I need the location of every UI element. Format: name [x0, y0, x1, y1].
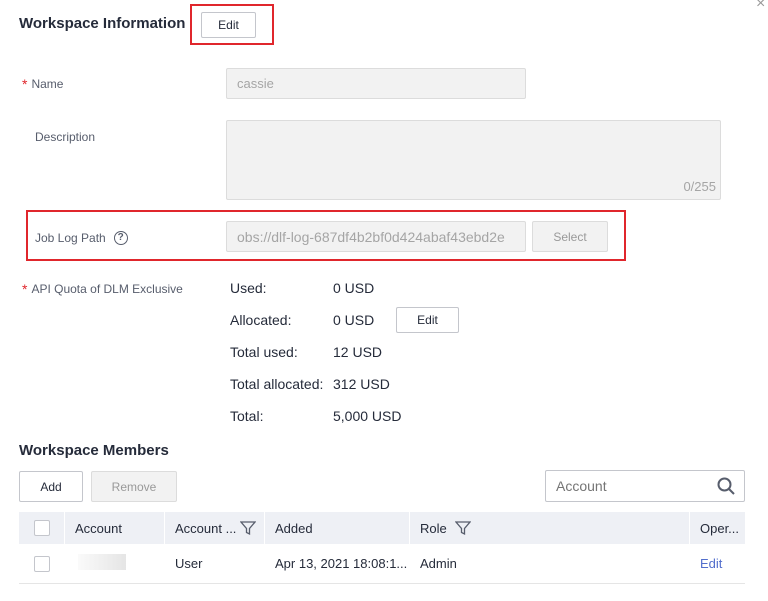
cell-account	[65, 554, 165, 573]
column-account: Account	[65, 512, 165, 544]
filter-icon[interactable]	[454, 520, 471, 536]
row-edit-link[interactable]: Edit	[690, 556, 745, 571]
description-label: Description	[35, 130, 96, 144]
quota-total-used-label: Total used:	[230, 344, 298, 360]
column-account-type: Account ...	[165, 512, 265, 544]
row-checkbox[interactable]	[34, 555, 50, 572]
quota-used-value: 0 USD	[333, 280, 375, 296]
account-search-box[interactable]	[545, 470, 745, 502]
column-operation: Oper...	[690, 512, 745, 544]
workspace-edit-button[interactable]: Edit	[201, 12, 256, 38]
filter-icon[interactable]	[240, 520, 257, 536]
column-account-label: Account	[75, 520, 122, 536]
row-checkbox-cell	[19, 555, 65, 572]
cell-account-type: User	[175, 556, 203, 571]
account-search-input[interactable]	[546, 478, 706, 494]
header-checkbox-cell	[19, 512, 65, 544]
description-textarea[interactable]: 0/255	[226, 120, 721, 200]
name-input[interactable]: cassie	[226, 68, 526, 99]
select-all-checkbox[interactable]	[33, 520, 50, 536]
job-log-label: Job Log Path ?	[35, 230, 128, 246]
close-icon[interactable]: ×	[756, 0, 765, 12]
quota-total-allocated-label: Total allocated:	[230, 376, 324, 392]
workspace-info-title: Workspace Information	[19, 15, 186, 32]
quota-total-allocated-value: 312 USD	[333, 376, 390, 392]
remove-member-button[interactable]: Remove	[91, 471, 177, 502]
column-added-label: Added	[275, 520, 313, 536]
quota-total-label: Total:	[230, 408, 264, 424]
column-added: Added	[265, 512, 410, 544]
description-counter: 0/255	[683, 179, 716, 194]
allocated-edit-button[interactable]: Edit	[396, 307, 459, 333]
job-log-label-text: Job Log Path	[35, 231, 106, 245]
quota-allocated-label: Allocated:	[230, 312, 292, 328]
table-header: Account Account ... Added Role Oper...	[19, 512, 745, 544]
name-label: * Name	[22, 77, 63, 91]
search-icon[interactable]	[717, 477, 735, 495]
required-marker: *	[22, 281, 28, 297]
column-role: Role	[410, 512, 690, 544]
account-redacted-block	[78, 554, 126, 570]
quota-allocated-value: 0 USD	[333, 312, 375, 328]
name-label-text: Name	[31, 77, 64, 91]
api-quota-label-text: API Quota of DLM Exclusive	[31, 282, 183, 296]
add-member-button[interactable]: Add	[19, 471, 83, 502]
select-button[interactable]: Select	[532, 221, 608, 252]
members-table: Account Account ... Added Role Oper... U	[19, 512, 745, 584]
quota-used-label: Used:	[230, 280, 267, 296]
quota-total-value: 5,000 USD	[333, 408, 402, 424]
cell-added: Apr 13, 2021 18:08:1...	[275, 556, 408, 571]
api-quota-label: * API Quota of DLM Exclusive	[22, 282, 183, 296]
workspace-members-title: Workspace Members	[19, 442, 169, 459]
cell-role: Admin	[420, 556, 457, 571]
help-icon[interactable]: ?	[113, 231, 128, 245]
required-marker: *	[22, 76, 28, 92]
job-log-path-input[interactable]: obs://dlf-log-687df4b2bf0d424abaf43ebd2e	[226, 221, 526, 252]
table-row: User Apr 13, 2021 18:08:1... Admin Edit	[19, 544, 745, 584]
column-role-label: Role	[420, 520, 447, 536]
column-account-type-label: Account ...	[175, 520, 237, 536]
quota-total-used-value: 12 USD	[333, 344, 383, 360]
column-operation-label: Oper...	[700, 520, 740, 536]
